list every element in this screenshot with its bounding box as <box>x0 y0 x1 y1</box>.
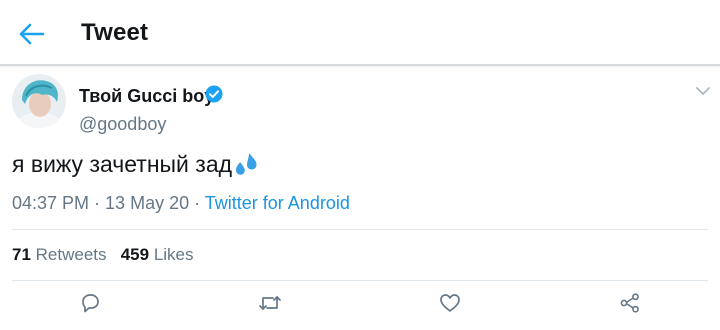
retweet-icon <box>259 296 281 310</box>
back-button[interactable] <box>14 16 50 52</box>
tweet-time: 04:37 PM <box>12 193 90 213</box>
app-header: Tweet <box>0 0 720 66</box>
like-button[interactable] <box>437 290 463 316</box>
tweet-meta: 04:37 PM · 13 May 20 · Twitter for Andro… <box>12 193 350 214</box>
tweet-text-content: я вижу зачетный зад <box>12 151 233 177</box>
meta-separator-2: · <box>189 193 205 213</box>
tweet-source-link[interactable]: Twitter for Android <box>205 193 350 213</box>
chevron-down-icon[interactable] <box>694 82 712 100</box>
reply-icon <box>82 294 99 313</box>
sweat-droplets-emoji-icon <box>236 153 257 175</box>
likes-count: 459 <box>120 245 150 264</box>
meta-separator: · <box>89 193 106 213</box>
divider <box>12 280 708 281</box>
share-button[interactable] <box>617 290 643 316</box>
likes-label: Likes <box>153 245 194 264</box>
reply-button[interactable] <box>77 290 103 316</box>
likes-stat[interactable]: 459 Likes <box>121 245 194 264</box>
author-handle[interactable]: @goodboy <box>79 114 166 135</box>
tweet-text: я вижу зачетный зад <box>12 151 259 178</box>
verified-badge-icon <box>205 85 223 103</box>
author-name[interactable]: Твой Gucci boy <box>79 86 214 107</box>
tweet-stats: 71 Retweets 459 Likes <box>12 245 194 265</box>
like-icon <box>440 294 460 312</box>
tweet-date: 13 May 20 <box>105 193 190 213</box>
avatar[interactable] <box>12 74 66 128</box>
divider <box>12 229 708 230</box>
share-icon <box>620 293 639 313</box>
retweet-button[interactable] <box>257 290 283 316</box>
retweets-stat[interactable]: 71 Retweets <box>12 245 107 264</box>
page-title: Tweet <box>81 19 149 46</box>
retweets-label: Retweets <box>35 245 107 264</box>
retweets-count: 71 <box>12 245 31 264</box>
arrow-left-icon <box>19 23 45 45</box>
